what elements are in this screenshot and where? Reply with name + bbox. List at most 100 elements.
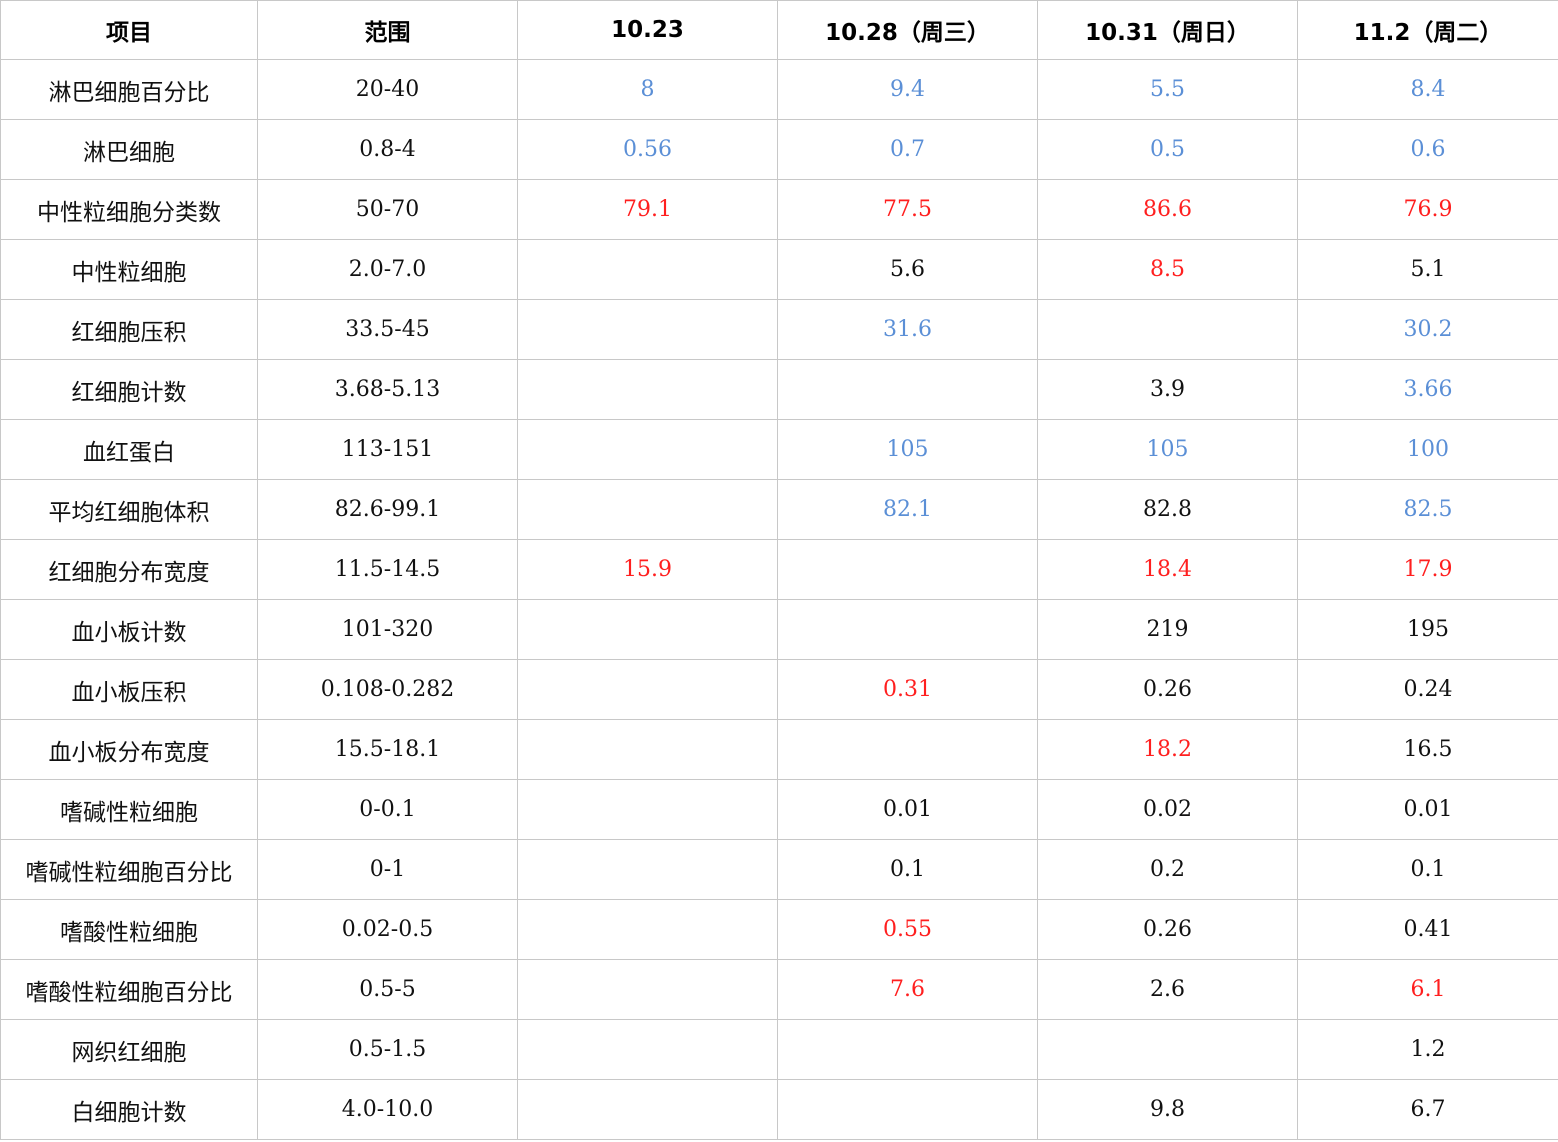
result-cell xyxy=(517,419,778,480)
item-name-cell: 血红蛋白 xyxy=(0,419,258,480)
result-cell: 30.2 xyxy=(1297,299,1558,360)
reference-range-cell: 0.02-0.5 xyxy=(257,899,518,960)
reference-range-cell: 11.5-14.5 xyxy=(257,539,518,600)
result-cell: 8.4 xyxy=(1297,59,1558,120)
result-cell: 5.5 xyxy=(1037,59,1298,120)
result-cell: 9.8 xyxy=(1037,1079,1298,1140)
result-cell: 105 xyxy=(777,419,1038,480)
table-row: 嗜碱性粒细胞 0-0.1 0.01 0.02 0.01 xyxy=(0,779,1558,840)
result-cell: 82.8 xyxy=(1037,479,1298,540)
result-cell: 3.66 xyxy=(1297,359,1558,420)
result-cell: 0.2 xyxy=(1037,839,1298,900)
result-cell: 0.24 xyxy=(1297,659,1558,720)
reference-range-cell: 113-151 xyxy=(257,419,518,480)
result-cell: 0.1 xyxy=(1297,839,1558,900)
result-cell xyxy=(517,779,778,840)
result-cell xyxy=(517,599,778,660)
result-cell xyxy=(777,539,1038,600)
result-cell: 16.5 xyxy=(1297,719,1558,780)
item-name-cell: 中性粒细胞分类数 xyxy=(0,179,258,240)
header-date-4: 11.2（周二） xyxy=(1297,0,1558,60)
result-cell: 0.6 xyxy=(1297,119,1558,180)
result-cell: 1.2 xyxy=(1297,1019,1558,1080)
item-name-cell: 中性粒细胞 xyxy=(0,239,258,300)
header-item: 项目 xyxy=(0,0,258,60)
result-cell: 0.02 xyxy=(1037,779,1298,840)
result-cell xyxy=(777,1019,1038,1080)
reference-range-cell: 50-70 xyxy=(257,179,518,240)
result-cell: 8.5 xyxy=(1037,239,1298,300)
result-cell: 195 xyxy=(1297,599,1558,660)
table-row: 嗜酸性粒细胞 0.02-0.5 0.55 0.26 0.41 xyxy=(0,899,1558,960)
reference-range-cell: 0-0.1 xyxy=(257,779,518,840)
item-name-cell: 网织红细胞 xyxy=(0,1019,258,1080)
reference-range-cell: 0.5-1.5 xyxy=(257,1019,518,1080)
reference-range-cell: 33.5-45 xyxy=(257,299,518,360)
result-cell xyxy=(1037,299,1298,360)
reference-range-cell: 4.0-10.0 xyxy=(257,1079,518,1140)
item-name-cell: 血小板压积 xyxy=(0,659,258,720)
result-cell xyxy=(517,299,778,360)
result-cell: 105 xyxy=(1037,419,1298,480)
result-cell: 86.6 xyxy=(1037,179,1298,240)
item-name-cell: 血小板计数 xyxy=(0,599,258,660)
result-cell: 5.1 xyxy=(1297,239,1558,300)
result-cell: 6.7 xyxy=(1297,1079,1558,1140)
reference-range-cell: 0.8-4 xyxy=(257,119,518,180)
result-cell: 2.6 xyxy=(1037,959,1298,1020)
item-name-cell: 红细胞压积 xyxy=(0,299,258,360)
result-cell xyxy=(517,479,778,540)
reference-range-cell: 3.68-5.13 xyxy=(257,359,518,420)
reference-range-cell: 0.5-5 xyxy=(257,959,518,1020)
header-date-3: 10.31（周日） xyxy=(1037,0,1298,60)
table-row: 血小板计数 101-320 219 195 xyxy=(0,599,1558,660)
item-name-cell: 淋巴细胞 xyxy=(0,119,258,180)
header-date-1: 10.23 xyxy=(517,0,778,60)
result-cell: 77.5 xyxy=(777,179,1038,240)
item-name-cell: 平均红细胞体积 xyxy=(0,479,258,540)
reference-range-cell: 2.0-7.0 xyxy=(257,239,518,300)
table-row: 血红蛋白 113-151 105 105 100 xyxy=(0,419,1558,480)
item-name-cell: 淋巴细胞百分比 xyxy=(0,59,258,120)
table-row: 淋巴细胞百分比 20-40 8 9.4 5.5 8.4 xyxy=(0,59,1558,120)
table-row: 血小板压积 0.108-0.282 0.31 0.26 0.24 xyxy=(0,659,1558,720)
table-row: 中性粒细胞分类数 50-70 79.1 77.5 86.6 76.9 xyxy=(0,179,1558,240)
result-cell xyxy=(517,839,778,900)
table-row: 红细胞压积 33.5-45 31.6 30.2 xyxy=(0,299,1558,360)
result-cell xyxy=(517,659,778,720)
reference-range-cell: 15.5-18.1 xyxy=(257,719,518,780)
item-name-cell: 红细胞分布宽度 xyxy=(0,539,258,600)
result-cell: 31.6 xyxy=(777,299,1038,360)
result-cell: 0.56 xyxy=(517,119,778,180)
result-cell xyxy=(517,359,778,420)
result-cell: 9.4 xyxy=(777,59,1038,120)
result-cell: 18.2 xyxy=(1037,719,1298,780)
result-cell xyxy=(777,1079,1038,1140)
table-row: 红细胞分布宽度 11.5-14.5 15.9 18.4 17.9 xyxy=(0,539,1558,600)
result-cell: 79.1 xyxy=(517,179,778,240)
result-cell: 6.1 xyxy=(1297,959,1558,1020)
result-cell: 100 xyxy=(1297,419,1558,480)
result-cell: 76.9 xyxy=(1297,179,1558,240)
result-cell: 3.9 xyxy=(1037,359,1298,420)
result-cell xyxy=(517,1079,778,1140)
result-cell xyxy=(517,719,778,780)
reference-range-cell: 0.108-0.282 xyxy=(257,659,518,720)
item-name-cell: 白细胞计数 xyxy=(0,1079,258,1140)
table-row: 网织红细胞 0.5-1.5 1.2 xyxy=(0,1019,1558,1080)
result-cell: 15.9 xyxy=(517,539,778,600)
table-row: 中性粒细胞 2.0-7.0 5.6 8.5 5.1 xyxy=(0,239,1558,300)
result-cell: 0.5 xyxy=(1037,119,1298,180)
result-cell xyxy=(517,899,778,960)
table-row: 平均红细胞体积 82.6-99.1 82.1 82.8 82.5 xyxy=(0,479,1558,540)
reference-range-cell: 0-1 xyxy=(257,839,518,900)
table-row: 红细胞计数 3.68-5.13 3.9 3.66 xyxy=(0,359,1558,420)
result-cell: 0.26 xyxy=(1037,899,1298,960)
result-cell xyxy=(777,599,1038,660)
header-range: 范围 xyxy=(257,0,518,60)
result-cell xyxy=(517,1019,778,1080)
result-cell: 0.55 xyxy=(777,899,1038,960)
table-row: 嗜酸性粒细胞百分比 0.5-5 7.6 2.6 6.1 xyxy=(0,959,1558,1020)
result-cell xyxy=(777,359,1038,420)
result-cell xyxy=(1037,1019,1298,1080)
